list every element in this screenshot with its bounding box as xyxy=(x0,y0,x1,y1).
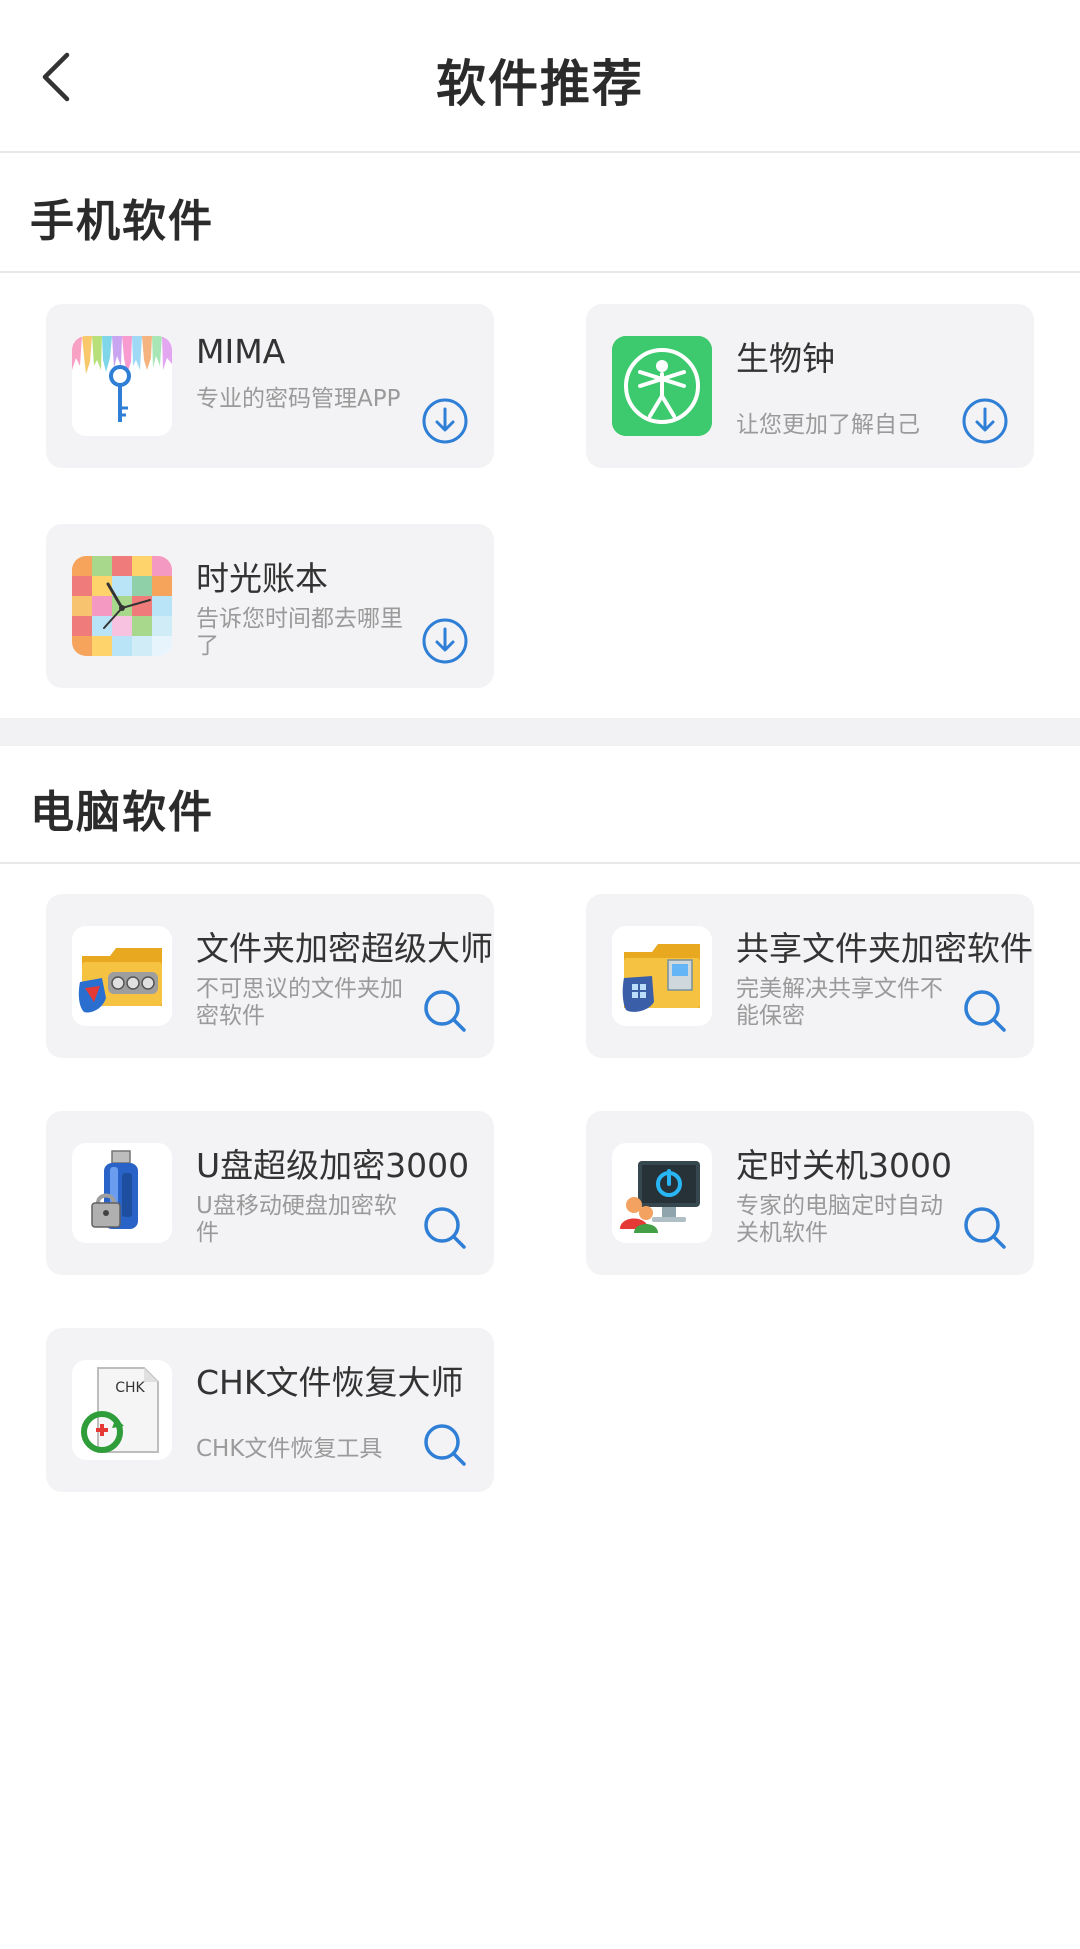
section-pc-header: 电脑软件 xyxy=(0,746,1080,864)
search-icon[interactable] xyxy=(960,1203,1010,1253)
app-desc: 专家的电脑定时自动关机软件 xyxy=(736,1193,943,1246)
time-ledger-app-icon xyxy=(72,556,172,656)
app-card-time-ledger[interactable]: 时光账本 告诉您时间都去哪里了 xyxy=(46,524,494,688)
app-desc: 告诉您时间都去哪里了 xyxy=(196,606,403,659)
app-name: 文件夹加密超级大师 xyxy=(196,929,493,968)
top-bar: 软件推荐 xyxy=(0,0,1080,153)
search-icon[interactable] xyxy=(960,986,1010,1036)
app-card-shared-folder-encryption[interactable]: 共享文件夹加密软件 完美解决共享文件不能保密 xyxy=(586,894,1034,1058)
app-desc: 让您更加了解自己 xyxy=(736,412,920,438)
usb-encryption-app-icon xyxy=(72,1143,172,1243)
folder-encryption-app-icon xyxy=(72,926,172,1026)
download-circle-icon[interactable] xyxy=(420,616,470,666)
app-card-biological-clock[interactable]: 生物钟 让您更加了解自己 xyxy=(586,304,1034,468)
search-icon[interactable] xyxy=(420,1420,470,1470)
app-card-usb-encryption-3000[interactable]: U盘超级加密3000 U盘移动硬盘加密软件 xyxy=(46,1111,494,1275)
app-desc: 完美解决共享文件不能保密 xyxy=(736,976,943,1029)
search-icon[interactable] xyxy=(420,1203,470,1253)
page-title: 软件推荐 xyxy=(436,55,644,113)
download-circle-icon[interactable] xyxy=(420,396,470,446)
section-title-mobile: 手机软件 xyxy=(30,196,214,247)
app-desc: 不可思议的文件夹加密软件 xyxy=(196,976,403,1029)
app-name: 时光账本 xyxy=(196,559,328,598)
chk-recovery-app-icon: CHK xyxy=(72,1360,172,1460)
app-card-mima[interactable]: MIMA 专业的密码管理APP xyxy=(46,304,494,468)
section-divider-band xyxy=(0,718,1080,746)
app-name: 定时关机3000 xyxy=(736,1146,952,1185)
app-name: U盘超级加密3000 xyxy=(196,1146,470,1185)
app-card-chk-recovery-master[interactable]: CHK CHK文件恢复大师 CHK文件恢复工具 xyxy=(46,1328,494,1492)
section-mobile-header: 手机软件 xyxy=(0,155,1080,273)
app-name: 共享文件夹加密软件 xyxy=(736,929,1033,968)
chk-icon-label: CHK xyxy=(115,1380,145,1396)
app-desc: U盘移动硬盘加密软件 xyxy=(196,1193,397,1246)
app-card-folder-encryption-master[interactable]: 文件夹加密超级大师 不可思议的文件夹加密软件 xyxy=(46,894,494,1058)
app-card-timed-shutdown-3000[interactable]: 定时关机3000 专家的电脑定时自动关机软件 xyxy=(586,1111,1034,1275)
app-desc: 专业的密码管理APP xyxy=(196,386,401,412)
section-title-pc: 电脑软件 xyxy=(30,787,214,838)
biological-clock-app-icon xyxy=(612,336,712,436)
shared-folder-encryption-app-icon xyxy=(612,926,712,1026)
app-name: MIMA xyxy=(196,332,286,371)
download-circle-icon[interactable] xyxy=(960,396,1010,446)
timed-shutdown-app-icon xyxy=(612,1143,712,1243)
app-name: 生物钟 xyxy=(736,339,835,378)
app-name: CHK文件恢复大师 xyxy=(196,1363,464,1402)
app-desc: CHK文件恢复工具 xyxy=(196,1436,383,1462)
search-icon[interactable] xyxy=(420,986,470,1036)
mima-app-icon xyxy=(72,336,172,436)
